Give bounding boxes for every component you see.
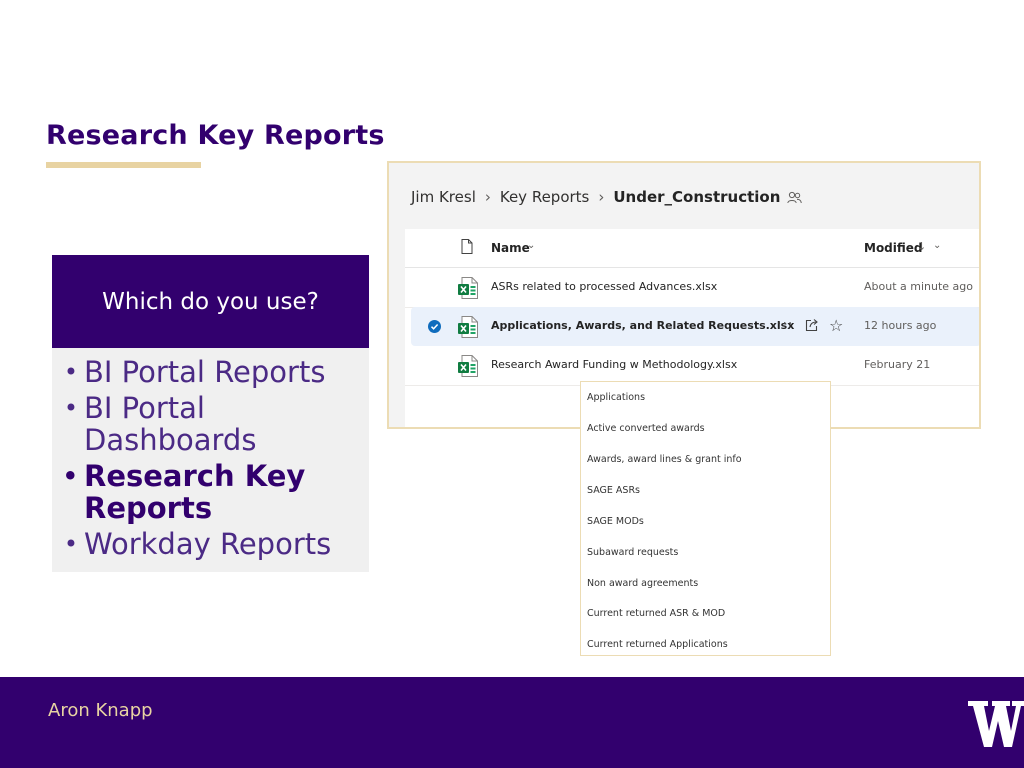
breadcrumb: Jim Kresl › Key Reports › Under_Construc… [411, 188, 803, 206]
bullet-box: • BI Portal Reports • BI Portal Dashboar… [52, 348, 369, 572]
file-row-selected[interactable]: Applications, Awards, and Related Reques… [411, 307, 979, 346]
sheet-list-item[interactable]: Subaward requests [587, 547, 678, 558]
file-modified: About a minute ago [864, 280, 974, 293]
column-header-name[interactable]: Name [491, 241, 530, 255]
file-modified: 12 hours ago [864, 319, 937, 332]
bullet-dot: • [63, 358, 78, 386]
file-name[interactable]: Applications, Awards, and Related Reques… [491, 319, 794, 332]
bullet-text: BI Portal Dashboards [84, 391, 257, 457]
chevron-down-icon[interactable]: ⌄ [527, 240, 535, 251]
check-circle-icon[interactable] [428, 320, 441, 333]
uw-w-logo [968, 701, 1024, 747]
excel-icon [458, 316, 478, 338]
document-icon [461, 239, 473, 254]
breadcrumb-item-key-reports[interactable]: Key Reports [500, 188, 590, 206]
chevron-right-icon: › [598, 188, 605, 206]
excel-icon [458, 355, 478, 377]
slide-title: Research Key Reports [46, 120, 385, 151]
file-name[interactable]: Research Award Funding w Methodology.xls… [491, 358, 737, 371]
question-text: Which do you use? [102, 288, 319, 315]
list-header: Name ⌄ Modified ↓ ⌄ [405, 229, 979, 268]
star-icon[interactable]: ☆ [829, 316, 843, 335]
bullet-dot: • [62, 462, 78, 490]
bullet-item: • BI Portal Reports [52, 356, 369, 388]
chevron-right-icon: › [484, 188, 491, 206]
column-header-modified[interactable]: Modified [864, 241, 923, 255]
bullet-text: Workday Reports [84, 527, 332, 561]
more-icon[interactable]: ··· [777, 316, 793, 332]
excel-icon [458, 277, 478, 299]
bullet-item: • BI Portal Dashboards [52, 392, 369, 456]
bullet-list: • BI Portal Reports • BI Portal Dashboar… [52, 348, 369, 560]
sheet-list-item[interactable]: Current returned ASR & MOD [587, 608, 725, 619]
bullet-item: • Workday Reports [52, 528, 369, 560]
people-icon [787, 191, 803, 203]
bullet-text: Research Key Reports [84, 459, 306, 525]
bullet-dot: • [63, 394, 78, 422]
sheet-list-item[interactable]: Applications [587, 392, 645, 403]
sheet-list-popup: Applications Active converted awards Awa… [580, 381, 831, 656]
bullet-item-highlighted: • Research Key Reports [52, 460, 369, 524]
bullet-text: BI Portal Reports [84, 355, 326, 389]
sheet-list-item[interactable]: Awards, award lines & grant info [587, 454, 742, 465]
presenter-name: Aron Knapp [48, 700, 153, 721]
sheet-list-item[interactable]: Active converted awards [587, 423, 705, 434]
title-underline [46, 162, 201, 168]
share-icon[interactable] [805, 318, 819, 332]
sheet-list-item[interactable]: SAGE MODs [587, 516, 644, 527]
sort-arrow-icon[interactable]: ↓ [917, 240, 926, 253]
file-modified: February 21 [864, 358, 931, 371]
file-row[interactable]: Research Award Funding w Methodology.xls… [405, 346, 979, 386]
sheet-list-item[interactable]: SAGE ASRs [587, 485, 640, 496]
sheet-list-item[interactable]: Non award agreements [587, 578, 698, 589]
breadcrumb-current: Under_Construction [613, 188, 781, 206]
breadcrumb-item-jim-kresl[interactable]: Jim Kresl [411, 188, 476, 206]
sheet-list-item[interactable]: Current returned Applications [587, 639, 728, 650]
file-row[interactable]: ASRs related to processed Advances.xlsx … [405, 268, 979, 308]
bullet-dot: • [63, 530, 78, 558]
file-name[interactable]: ASRs related to processed Advances.xlsx [491, 280, 717, 293]
question-box: Which do you use? [52, 255, 369, 348]
footer-bar: Aron Knapp [0, 677, 1024, 768]
chevron-down-icon[interactable]: ⌄ [933, 240, 941, 251]
